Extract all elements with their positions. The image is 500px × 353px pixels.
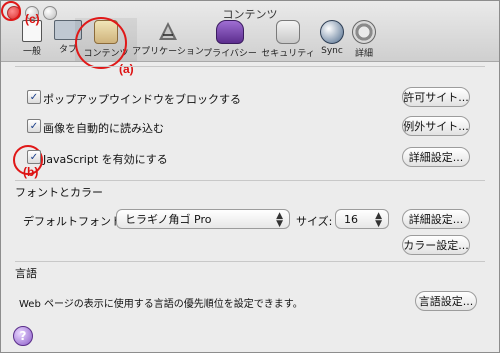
auto-images-label: 画像を自動的に読み込む — [43, 122, 164, 135]
languages-description: Web ページの表示に使用する言語の優先順位を設定できます。 — [19, 299, 303, 310]
languages-settings-button[interactable]: 言語設定... — [415, 291, 477, 311]
tab-privacy-label: プライバシー — [203, 49, 257, 59]
languages-row: Web ページの表示に使用する言語の優先順位を設定できます。 言語設定... — [1, 289, 499, 313]
javascript-row: ✓ JavaScript を有効にする 詳細設定... — [1, 146, 499, 168]
popup-block-checkbox[interactable]: ✓ — [27, 90, 41, 104]
select-updown-icon: ▲ ▼ — [375, 211, 382, 229]
tab-advanced[interactable]: 詳細 — [333, 18, 395, 61]
javascript-advanced-button[interactable]: 詳細設定... — [402, 147, 470, 167]
fonts-colors-section-title: フォントとカラー — [15, 186, 103, 199]
font-size-select[interactable]: 16 ▲ ▼ — [335, 209, 389, 229]
annotation-label-a: (a) — [119, 62, 134, 76]
privacy-mask-icon — [216, 20, 244, 44]
default-font-value: ヒラギノ角ゴ Pro — [125, 213, 212, 226]
popup-block-label: ポップアップウインドウをブロックする — [43, 93, 241, 106]
colors-settings-button[interactable]: カラー設定... — [402, 235, 470, 255]
languages-section-title: 言語 — [15, 267, 37, 280]
help-button[interactable]: ? — [13, 326, 33, 346]
default-font-select[interactable]: ヒラギノ角ゴ Pro ▲ ▼ — [116, 209, 290, 229]
select-updown-icon: ▲ ▼ — [276, 211, 283, 229]
fonts-advanced-button[interactable]: 詳細設定... — [402, 209, 470, 229]
annotation-label-c: (c) — [25, 12, 40, 26]
javascript-checkbox[interactable]: ✓ — [27, 150, 41, 164]
allowed-sites-button[interactable]: 許可サイト... — [402, 87, 470, 107]
gear-icon — [352, 20, 376, 44]
auto-images-row: ✓ 画像を自動的に読み込む 例外サイト... — [1, 115, 499, 137]
tab-applications-label: アプリケーション — [132, 47, 204, 57]
exception-sites-button[interactable]: 例外サイト... — [402, 116, 470, 136]
content-icon — [94, 20, 118, 44]
font-size-label: サイズ: — [296, 215, 333, 228]
tab-content-label: コンテンツ — [83, 49, 129, 59]
applications-icon — [157, 20, 179, 42]
default-font-row: デフォルトフォント: ヒラギノ角ゴ Pro ▲ ▼ サイズ: 16 ▲ ▼ 詳細設定… — [1, 207, 499, 231]
lock-icon — [276, 20, 300, 44]
font-size-value: 16 — [344, 212, 358, 226]
auto-images-checkbox[interactable]: ✓ — [27, 119, 41, 133]
default-font-label: デフォルトフォント: — [23, 215, 126, 228]
top-separator — [15, 66, 485, 67]
tab-advanced-label: 詳細 — [354, 49, 373, 59]
fonts-colors-separator — [15, 180, 485, 181]
preferences-toolbar: 一般 タブ コンテンツ アプリケーション プライバシー セキュリティ Sync … — [1, 18, 499, 61]
javascript-label: JavaScript を有効にする — [43, 153, 168, 166]
applications-icon-svg — [159, 22, 177, 40]
title-toolbar-area: コンテンツ 一般 タブ コンテンツ アプリケーション プライバシー セキュリティ… — [1, 1, 499, 62]
languages-separator — [15, 261, 485, 262]
popup-block-row: ✓ ポップアップウインドウをブロックする 許可サイト... — [1, 86, 499, 108]
preferences-window: コンテンツ 一般 タブ コンテンツ アプリケーション プライバシー セキュリティ… — [0, 0, 500, 353]
